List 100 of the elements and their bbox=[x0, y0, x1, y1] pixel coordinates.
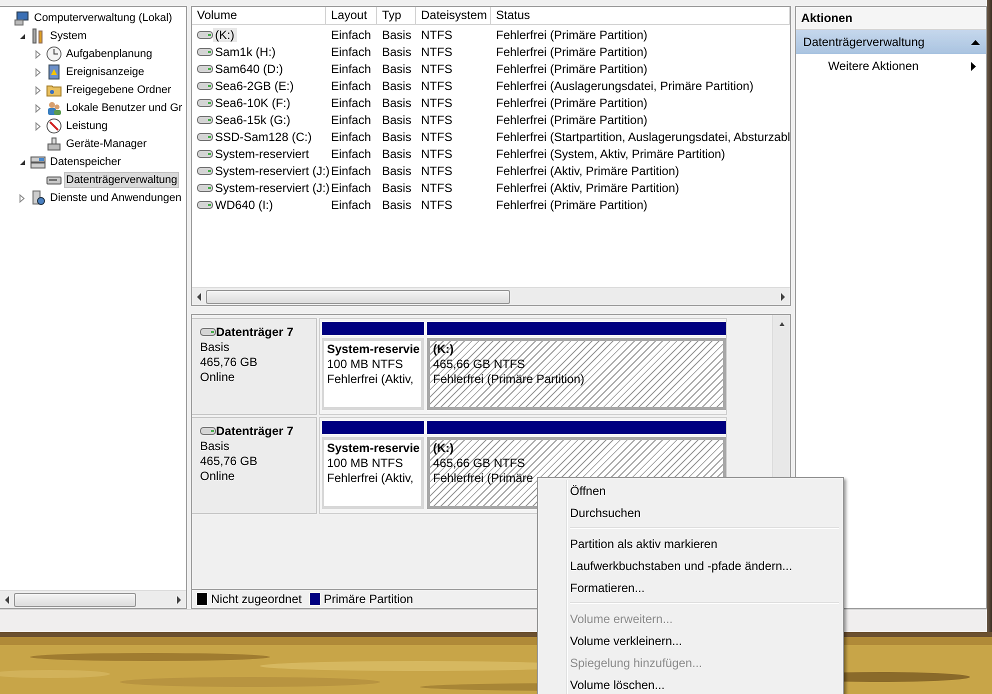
disk-info-panel[interactable]: Datenträger 7 Basis 465,76 GB Online bbox=[192, 318, 317, 415]
disk-state: Online bbox=[200, 370, 236, 384]
table-cell: Einfach bbox=[331, 78, 372, 92]
table-cell: NTFS bbox=[421, 198, 452, 212]
scroll-right-icon[interactable] bbox=[780, 292, 786, 300]
volume-name[interactable]: Sea6-10K (F:) bbox=[213, 96, 294, 110]
horizontal-scrollbar[interactable] bbox=[0, 590, 186, 608]
scroll-up-icon[interactable] bbox=[778, 321, 786, 326]
table-cell: Einfach bbox=[331, 146, 372, 160]
tree-item[interactable]: System bbox=[48, 28, 89, 44]
volume-name[interactable]: System-reserviert (J:) bbox=[213, 164, 333, 178]
volume-name[interactable]: SSD-Sam128 (C:) bbox=[213, 130, 315, 144]
tree-item[interactable]: Lokale Benutzer und Gr bbox=[64, 100, 184, 116]
table-cell: Fehlerfrei (Primäre Partition) bbox=[496, 96, 648, 110]
tree-item[interactable]: Datenspeicher bbox=[48, 154, 123, 170]
tree-item[interactable]: Dienste und Anwendungen bbox=[48, 190, 184, 206]
drive-icon bbox=[197, 182, 213, 192]
computer-icon bbox=[14, 10, 30, 26]
collapse-arrow-icon[interactable] bbox=[18, 32, 27, 40]
tree-item[interactable]: Computerverwaltung (Lokal) bbox=[32, 10, 174, 26]
table-cell: Fehlerfrei (Primäre Partition) bbox=[496, 112, 648, 126]
disk-type: Basis bbox=[200, 439, 230, 453]
collapse-arrow-icon[interactable] bbox=[18, 158, 27, 166]
volume-name[interactable]: WD640 (I:) bbox=[213, 198, 276, 212]
menu-item[interactable]: Partition als aktiv markieren bbox=[540, 533, 841, 555]
partition-name: (K:) bbox=[433, 441, 454, 456]
tree-item[interactable]: Leistung bbox=[64, 118, 110, 134]
drive-icon bbox=[197, 148, 213, 158]
disk-size: 465,76 GB bbox=[200, 454, 258, 468]
menu-item[interactable]: Laufwerkbuchstaben und -pfade ändern... bbox=[540, 555, 841, 577]
table-cell: Einfach bbox=[331, 180, 372, 194]
table-cell: NTFS bbox=[421, 180, 452, 194]
table-cell: Basis bbox=[382, 44, 412, 58]
table-cell: Fehlerfrei (Aktiv, Primäre Partition) bbox=[496, 180, 680, 194]
volume-name[interactable]: System-reserviert (J:) bbox=[213, 180, 333, 194]
volume-name[interactable]: Sea6-2GB (E:) bbox=[213, 78, 297, 92]
disk-state: Online bbox=[200, 469, 236, 483]
legend-label: Nicht zugeordnet bbox=[211, 592, 302, 606]
actions-header: Aktionen bbox=[796, 7, 986, 30]
table-cell: Fehlerfrei (Primäre Partition) bbox=[496, 28, 648, 42]
table-cell: Basis bbox=[382, 130, 412, 144]
menu-item[interactable]: Volume löschen... bbox=[540, 674, 841, 694]
tree-item[interactable]: Aufgabenplanung bbox=[64, 46, 154, 62]
table-cell: NTFS bbox=[421, 164, 452, 178]
partition-size: 100 MB NTFS bbox=[327, 456, 404, 471]
table-cell: Basis bbox=[382, 62, 412, 76]
table-cell: Fehlerfrei (Primäre Partition) bbox=[496, 44, 648, 58]
partition-status: Fehlerfrei (Primäre Partition) bbox=[433, 372, 584, 387]
volume-name[interactable]: Sea6-15k (G:) bbox=[213, 112, 294, 126]
table-cell: Einfach bbox=[331, 62, 372, 76]
volume-name[interactable]: System-reserviert bbox=[213, 146, 312, 160]
table-cell: NTFS bbox=[421, 112, 452, 126]
expand-arrow-icon[interactable] bbox=[18, 194, 27, 202]
menu-item[interactable]: Volume verkleinern... bbox=[540, 630, 841, 652]
tree-item[interactable]: Geräte-Manager bbox=[64, 136, 149, 152]
scroll-left-icon[interactable] bbox=[4, 596, 10, 604]
collapse-icon[interactable] bbox=[971, 38, 980, 46]
horizontal-scrollbar[interactable] bbox=[192, 287, 790, 305]
column-header[interactable]: Dateisystem bbox=[416, 7, 491, 24]
column-header[interactable]: Volume bbox=[192, 7, 326, 24]
table-cell: NTFS bbox=[421, 78, 452, 92]
tree-item[interactable]: Freigegebene Ordner bbox=[64, 82, 174, 98]
tree-item[interactable]: Ereignisanzeige bbox=[64, 64, 146, 80]
event-log-icon bbox=[46, 64, 62, 80]
table-cell: Basis bbox=[382, 112, 412, 126]
scroll-left-icon[interactable] bbox=[196, 292, 202, 300]
tree-item[interactable]: Datenträgerverwaltung bbox=[64, 172, 180, 188]
table-cell: Basis bbox=[382, 28, 412, 42]
actions-section[interactable]: Datenträgerverwaltung bbox=[796, 30, 986, 54]
table-cell: Fehlerfrei (Primäre Partition) bbox=[496, 198, 648, 212]
table-cell: Basis bbox=[382, 96, 412, 110]
partition-block[interactable]: System-reservie 100 MB NTFS Fehlerfrei (Aktiv, bbox=[322, 338, 424, 410]
table-cell: Fehlerfrei (Aktiv, Primäre Partition) bbox=[496, 164, 680, 178]
action-link[interactable]: Weitere Aktionen bbox=[828, 59, 919, 73]
table-cell: Einfach bbox=[331, 28, 372, 42]
column-header[interactable]: Status bbox=[491, 7, 790, 24]
legend-label: Primäre Partition bbox=[324, 592, 414, 606]
menu-item[interactable]: Formatieren... bbox=[540, 577, 841, 599]
storage-icon bbox=[30, 154, 46, 170]
drive-icon bbox=[200, 327, 216, 337]
scroll-right-icon[interactable] bbox=[176, 596, 182, 604]
partition-size: 100 MB NTFS bbox=[327, 357, 404, 372]
column-header[interactable]: Typ bbox=[377, 7, 416, 24]
submenu-arrow-icon[interactable] bbox=[969, 62, 978, 70]
partition-size: 465,66 GB NTFS bbox=[433, 456, 526, 471]
device-manager-icon bbox=[46, 136, 62, 152]
volume-name[interactable]: (K:) bbox=[213, 28, 238, 42]
services-icon bbox=[30, 190, 46, 206]
table-cell: Einfach bbox=[331, 96, 372, 110]
disk-info-panel[interactable]: Datenträger 7 Basis 465,76 GB Online bbox=[192, 417, 317, 514]
partition-block[interactable]: System-reservie 100 MB NTFS Fehlerfrei (Aktiv, bbox=[322, 437, 424, 509]
table-cell: Basis bbox=[382, 180, 412, 194]
partition-block[interactable]: (K:) 465,66 GB NTFS Fehlerfrei (Primäre Partition) bbox=[427, 338, 726, 410]
table-cell: Basis bbox=[382, 78, 412, 92]
partition-name: (K:) bbox=[433, 342, 454, 357]
volume-name[interactable]: Sam1k (H:) bbox=[213, 44, 279, 58]
column-header[interactable]: Layout bbox=[326, 7, 377, 24]
table-cell: Einfach bbox=[331, 164, 372, 178]
table-cell: NTFS bbox=[421, 62, 452, 76]
volume-name[interactable]: Sam640 (D:) bbox=[213, 62, 286, 76]
